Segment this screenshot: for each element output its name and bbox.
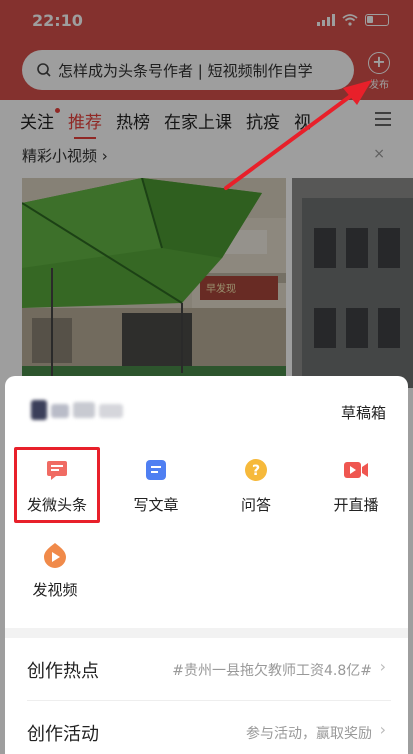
live-stream-icon	[343, 457, 369, 483]
qa-button[interactable]: ? 问答	[216, 457, 296, 515]
section-divider	[5, 628, 408, 638]
list-title: 创作活动	[27, 724, 99, 745]
annotation-highlight-box	[14, 447, 100, 523]
list-item-creation-hotspot[interactable]: 创作热点 #贵州一县拖欠教师工资4.8亿# ›	[5, 638, 408, 700]
list-title: 创作热点	[27, 661, 99, 682]
article-icon	[143, 457, 169, 483]
action-label: 发视频	[32, 581, 78, 599]
hot-topic-value: #贵州一县拖欠教师工资4.8亿#	[172, 663, 372, 679]
action-label: 写文章	[133, 496, 179, 514]
go-live-button[interactable]: 开直播	[316, 457, 396, 515]
question-icon: ?	[243, 457, 269, 483]
action-label: 开直播	[333, 496, 379, 514]
list-item-creation-activity[interactable]: 创作活动 参与活动，赢取奖励 ›	[5, 701, 408, 754]
sheet-header: 草稿箱	[5, 376, 408, 446]
activity-value: 参与活动，赢取奖励	[246, 726, 372, 742]
action-label: 问答	[240, 496, 271, 514]
chevron-right-icon: ›	[379, 657, 386, 676]
svg-text:?: ?	[252, 463, 260, 479]
video-icon	[42, 542, 68, 568]
post-video-button[interactable]: 发视频	[15, 542, 95, 600]
chevron-right-icon: ›	[379, 720, 386, 739]
write-article-button[interactable]: 写文章	[116, 457, 196, 515]
avatar	[27, 398, 127, 420]
drafts-link[interactable]: 草稿箱	[341, 402, 386, 423]
